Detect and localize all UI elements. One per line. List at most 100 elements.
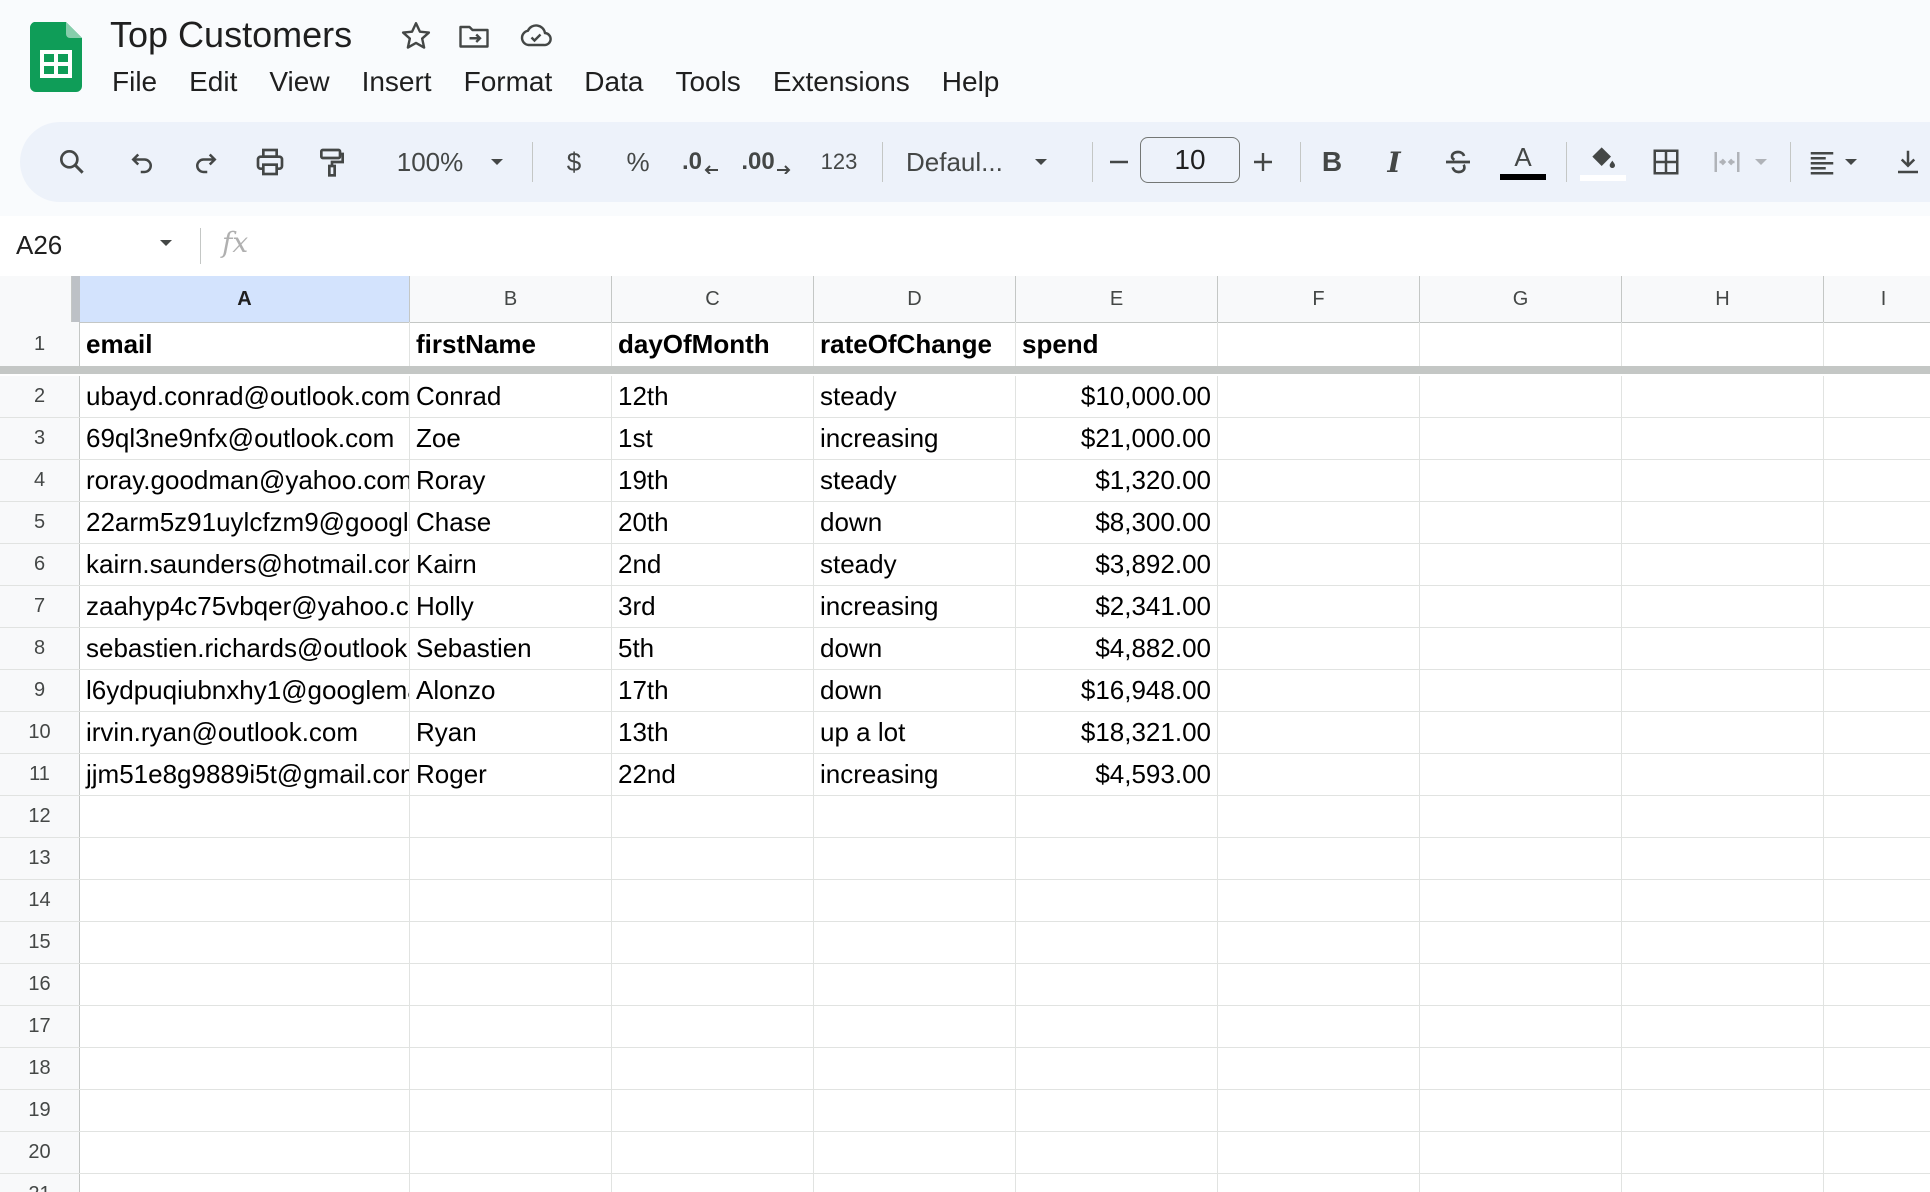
- row-header[interactable]: 2: [0, 376, 80, 417]
- cell-c3[interactable]: 1st: [612, 418, 814, 459]
- merge-cells-button[interactable]: [1700, 140, 1780, 184]
- cell-d7[interactable]: increasing: [814, 586, 1016, 627]
- row-header[interactable]: 17: [0, 1006, 80, 1047]
- cell-b1[interactable]: firstName: [410, 322, 612, 367]
- cell-b7[interactable]: Holly: [410, 586, 612, 627]
- cell-i13[interactable]: [1824, 838, 1930, 879]
- cell-c10[interactable]: 13th: [612, 712, 814, 753]
- cell-i12[interactable]: [1824, 796, 1930, 837]
- cell-a12[interactable]: [80, 796, 410, 837]
- print-button[interactable]: [248, 140, 292, 184]
- cell-f10[interactable]: [1218, 712, 1420, 753]
- cell-d13[interactable]: [814, 838, 1016, 879]
- cell-i2[interactable]: [1824, 376, 1930, 417]
- cell-d17[interactable]: [814, 1006, 1016, 1047]
- cell-h14[interactable]: [1622, 880, 1824, 921]
- row-header[interactable]: 6: [0, 544, 80, 585]
- cell-c20[interactable]: [612, 1132, 814, 1173]
- cell-e12[interactable]: [1016, 796, 1218, 837]
- chevron-down-icon[interactable]: [158, 238, 174, 248]
- cell-g11[interactable]: [1420, 754, 1622, 795]
- format-percent-button[interactable]: %: [616, 140, 660, 184]
- increase-font-size-button[interactable]: [1244, 140, 1282, 184]
- menu-file[interactable]: File: [100, 64, 169, 104]
- cell-c1[interactable]: dayOfMonth: [612, 322, 814, 367]
- row-header[interactable]: 5: [0, 502, 80, 543]
- cell-d2[interactable]: steady: [814, 376, 1016, 417]
- cell-d18[interactable]: [814, 1048, 1016, 1089]
- cell-b13[interactable]: [410, 838, 612, 879]
- cell-a16[interactable]: [80, 964, 410, 1005]
- cell-b17[interactable]: [410, 1006, 612, 1047]
- cell-a8[interactable]: sebastien.richards@outlook.com: [80, 628, 410, 669]
- cell-d21[interactable]: [814, 1174, 1016, 1192]
- borders-button[interactable]: [1644, 140, 1688, 184]
- cell-b14[interactable]: [410, 880, 612, 921]
- cell-i21[interactable]: [1824, 1174, 1930, 1192]
- cell-f17[interactable]: [1218, 1006, 1420, 1047]
- cell-i16[interactable]: [1824, 964, 1930, 1005]
- cell-a15[interactable]: [80, 922, 410, 963]
- cell-c17[interactable]: [612, 1006, 814, 1047]
- cell-i11[interactable]: [1824, 754, 1930, 795]
- cell-a19[interactable]: [80, 1090, 410, 1131]
- row-header[interactable]: 16: [0, 964, 80, 1005]
- cell-d1[interactable]: rateOfChange: [814, 322, 1016, 367]
- column-header-i[interactable]: I: [1824, 276, 1930, 322]
- cell-i6[interactable]: [1824, 544, 1930, 585]
- row-header[interactable]: 13: [0, 838, 80, 879]
- cell-b6[interactable]: Kairn: [410, 544, 612, 585]
- cell-i8[interactable]: [1824, 628, 1930, 669]
- row-header[interactable]: 12: [0, 796, 80, 837]
- row-header[interactable]: 3: [0, 418, 80, 459]
- cell-e2[interactable]: $10,000.00: [1016, 376, 1218, 417]
- cell-e17[interactable]: [1016, 1006, 1218, 1047]
- cell-h18[interactable]: [1622, 1048, 1824, 1089]
- cell-g21[interactable]: [1420, 1174, 1622, 1192]
- increase-decimal-button[interactable]: .00: [736, 140, 798, 184]
- menu-insert[interactable]: Insert: [350, 64, 444, 104]
- cell-h12[interactable]: [1622, 796, 1824, 837]
- cell-a1[interactable]: email: [80, 322, 410, 367]
- cell-b10[interactable]: Ryan: [410, 712, 612, 753]
- cell-d14[interactable]: [814, 880, 1016, 921]
- menu-format[interactable]: Format: [452, 64, 565, 104]
- cell-i9[interactable]: [1824, 670, 1930, 711]
- cell-a5[interactable]: 22arm5z91uylcfzm9@googlemail.com: [80, 502, 410, 543]
- cell-i17[interactable]: [1824, 1006, 1930, 1047]
- name-box[interactable]: A26: [16, 230, 62, 261]
- cell-g3[interactable]: [1420, 418, 1622, 459]
- row-header[interactable]: 15: [0, 922, 80, 963]
- horizontal-align-button[interactable]: [1798, 140, 1868, 184]
- cell-a6[interactable]: kairn.saunders@hotmail.com: [80, 544, 410, 585]
- cell-b5[interactable]: Chase: [410, 502, 612, 543]
- row-header[interactable]: 7: [0, 586, 80, 627]
- cell-a18[interactable]: [80, 1048, 410, 1089]
- cell-c14[interactable]: [612, 880, 814, 921]
- cell-g2[interactable]: [1420, 376, 1622, 417]
- move-to-folder-icon[interactable]: [456, 18, 492, 54]
- more-formats-button[interactable]: 123: [810, 140, 868, 184]
- cell-f9[interactable]: [1218, 670, 1420, 711]
- cell-f19[interactable]: [1218, 1090, 1420, 1131]
- cell-b11[interactable]: Roger: [410, 754, 612, 795]
- cell-g16[interactable]: [1420, 964, 1622, 1005]
- cell-f21[interactable]: [1218, 1174, 1420, 1192]
- cell-g6[interactable]: [1420, 544, 1622, 585]
- row-header[interactable]: 9: [0, 670, 80, 711]
- cell-i10[interactable]: [1824, 712, 1930, 753]
- strikethrough-button[interactable]: [1436, 140, 1480, 184]
- cell-f12[interactable]: [1218, 796, 1420, 837]
- cell-f7[interactable]: [1218, 586, 1420, 627]
- cell-b8[interactable]: Sebastien: [410, 628, 612, 669]
- cell-g12[interactable]: [1420, 796, 1622, 837]
- cell-e20[interactable]: [1016, 1132, 1218, 1173]
- zoom-select[interactable]: 100%: [386, 140, 516, 184]
- cell-c13[interactable]: [612, 838, 814, 879]
- cell-g15[interactable]: [1420, 922, 1622, 963]
- cell-c12[interactable]: [612, 796, 814, 837]
- frozen-row-divider[interactable]: [0, 366, 1930, 374]
- cell-i14[interactable]: [1824, 880, 1930, 921]
- column-header-b[interactable]: B: [410, 276, 612, 322]
- cell-d8[interactable]: down: [814, 628, 1016, 669]
